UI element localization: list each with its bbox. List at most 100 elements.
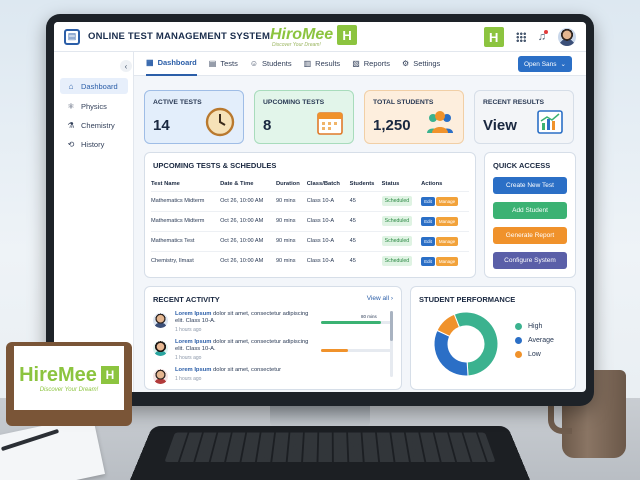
dashboard-icon: ▦	[146, 58, 154, 67]
date-cell: Oct 26, 10:00 AM	[220, 190, 276, 211]
tab-settings[interactable]: ⚙ Settings	[402, 52, 440, 76]
duration-cell: 90 mins	[275, 230, 307, 251]
table-row[interactable]: Mathematics Midterm Oct 26, 10:00 AM 90 mi…	[151, 190, 469, 211]
table-row[interactable]: Chemistry, Ilmast Oct 26, 10:00 AM 90 mins…	[151, 250, 469, 271]
apps-grid-icon[interactable]	[515, 32, 526, 42]
upcoming-tests-title: UPCOMING TESTS & SCHEDULES	[153, 161, 277, 170]
stat-card-active-tests[interactable]: ACTIVE TESTS 14	[144, 90, 244, 144]
tab-results[interactable]: ▥ Results	[304, 52, 341, 76]
document-icon: ▤	[208, 59, 217, 68]
test-name-cell: Mathematics Midterm	[151, 210, 221, 231]
activity-scrollbar[interactable]	[390, 311, 393, 377]
activity-time: 1 hours ago	[175, 355, 202, 361]
class-cell: Class 10-A	[306, 230, 350, 251]
stat-card-recent-results[interactable]: RECENT RESULTS View	[474, 90, 574, 144]
stat-label: UPCOMING TESTS	[263, 99, 325, 106]
main-tabs: ▦ Dashboard ▤ Tests ☺ Students ▥ Results ▧ Re…	[134, 52, 586, 76]
manage-button[interactable]: Manage	[435, 196, 459, 206]
tab-students[interactable]: ☺ Students	[250, 52, 292, 76]
upcoming-tests-table: Test Name Date & Time Duration Class/Bat…	[151, 177, 469, 271]
status-cell: Scheduled	[381, 210, 422, 231]
sidebar-item-history[interactable]: ⟲ History	[60, 136, 128, 152]
brand-logo: HiroMee H Discover Your Dream!	[270, 25, 358, 48]
duration-cell: 90 mins	[275, 190, 307, 211]
font-dropdown[interactable]: Open Sans ⌄	[518, 56, 572, 72]
column-header: Actions	[421, 180, 443, 187]
edit-button[interactable]: Edit	[421, 256, 435, 266]
stat-value: 8	[263, 117, 272, 134]
table-row[interactable]: Mathematics Test Oct 26, 10:00 AM 90 mins C…	[151, 230, 469, 251]
edit-button[interactable]: Edit	[421, 216, 435, 226]
status-cell: Scheduled	[381, 230, 422, 251]
sign-tagline: Discover Your Dream!	[39, 386, 99, 393]
screen: ▤ ONLINE TEST MANAGEMENT SYSTEM HiroMee …	[54, 22, 586, 392]
scrollbar-thumb[interactable]	[390, 311, 393, 341]
tab-tests[interactable]: ▤ Tests	[209, 52, 238, 76]
laptop	[130, 425, 530, 480]
bar-chart-icon: ▥	[303, 59, 312, 68]
activity-progress-bar	[321, 321, 391, 324]
stat-label: RECENT RESULTS	[483, 99, 545, 106]
add-student-button[interactable]: Add Student	[493, 202, 567, 219]
performance-donut-chart	[433, 311, 499, 377]
create-new-test-button[interactable]: Create New Test	[493, 177, 567, 194]
test-name-cell: Chemistry, Ilmast	[151, 250, 221, 271]
table-row[interactable]: Mathematics Midterm Oct 26, 10:00 AM 90 mi…	[151, 210, 469, 231]
manage-button[interactable]: Manage	[435, 256, 459, 266]
status-badge: Scheduled	[381, 236, 413, 246]
manage-button[interactable]: Manage	[435, 216, 459, 226]
calendar-icon	[317, 112, 343, 135]
stat-card-upcoming-tests[interactable]: UPCOMING TESTS 8	[254, 90, 354, 144]
desk-name-sign: HireMee H Discover Your Dream!	[6, 342, 132, 426]
tab-label: Results	[315, 59, 341, 68]
students-cell: 45	[349, 190, 382, 211]
home-icon: ⌂	[68, 81, 74, 91]
status-badge: Scheduled	[381, 196, 413, 206]
sidebar-item-chemistry[interactable]: ⚗ Chemistry	[60, 117, 128, 133]
top-bar: ▤ ONLINE TEST MANAGEMENT SYSTEM HiroMee …	[54, 22, 586, 52]
sidebar-item-dashboard[interactable]: ⌂ Dashboard	[60, 78, 128, 94]
laptop-keyboard	[164, 432, 496, 463]
collapse-sidebar-button[interactable]: ‹	[120, 60, 132, 72]
activity-item[interactable]: Lorem Ipsum dolor sit amet, consectetur …	[153, 339, 397, 365]
stat-label: TOTAL STUDENTS	[373, 99, 434, 106]
monitor-stand	[270, 404, 370, 426]
legend-label: High	[528, 323, 543, 330]
activity-title: Lorem Ipsum	[175, 311, 212, 317]
sign-logo: HireMee H	[19, 364, 119, 387]
chevron-right-icon: ›	[390, 295, 393, 302]
status-badge: Scheduled	[381, 216, 413, 226]
column-header: Test Name	[151, 180, 180, 187]
gear-icon: ⚙	[402, 59, 410, 68]
column-header: Students	[349, 180, 375, 187]
donut-slice-average	[433, 329, 469, 377]
user-avatar[interactable]	[558, 28, 576, 46]
column-header: Class/Batch	[306, 180, 340, 187]
activity-progress-bar	[321, 349, 391, 352]
tab-label: Students	[262, 59, 292, 68]
generate-report-button[interactable]: Generate Report	[493, 227, 567, 244]
column-header: Date & Time	[220, 180, 254, 187]
edit-button[interactable]: Edit	[421, 236, 435, 246]
notification-bell-icon[interactable]: ♫	[538, 30, 548, 43]
view-all-link[interactable]: View all ›	[367, 295, 393, 302]
column-header: Status	[381, 180, 400, 187]
activity-item[interactable]: Lorem Ipsum dolor sit amet, consectetur …	[153, 367, 397, 392]
legend-swatch	[515, 337, 522, 344]
brand-mark-icon: H	[100, 366, 119, 384]
configure-system-button[interactable]: Configure System	[493, 252, 567, 269]
duration-cell: 90 mins	[275, 210, 307, 231]
stat-value: 1,250	[373, 117, 411, 134]
tab-reports[interactable]: ▧ Reports	[352, 52, 390, 76]
edit-button[interactable]: Edit	[421, 196, 435, 206]
manage-button[interactable]: Manage	[435, 236, 459, 246]
actions-cell: Edit Manage	[421, 230, 469, 251]
quick-access-panel: QUICK ACCESS Create New Test Add Student…	[484, 152, 576, 278]
sidebar-item-label: Dashboard	[81, 81, 118, 91]
sidebar-item-physics[interactable]: ⚛ Physics	[60, 98, 128, 114]
tab-dashboard[interactable]: ▦ Dashboard	[146, 52, 197, 76]
top-right-actions: H ♫	[483, 27, 576, 47]
stat-card-total-students[interactable]: TOTAL STUDENTS 1,250	[364, 90, 464, 144]
activity-item[interactable]: Lorem Ipsum dolor sit amet, consectetur …	[153, 311, 397, 337]
actions-cell: Edit Manage	[421, 210, 469, 231]
